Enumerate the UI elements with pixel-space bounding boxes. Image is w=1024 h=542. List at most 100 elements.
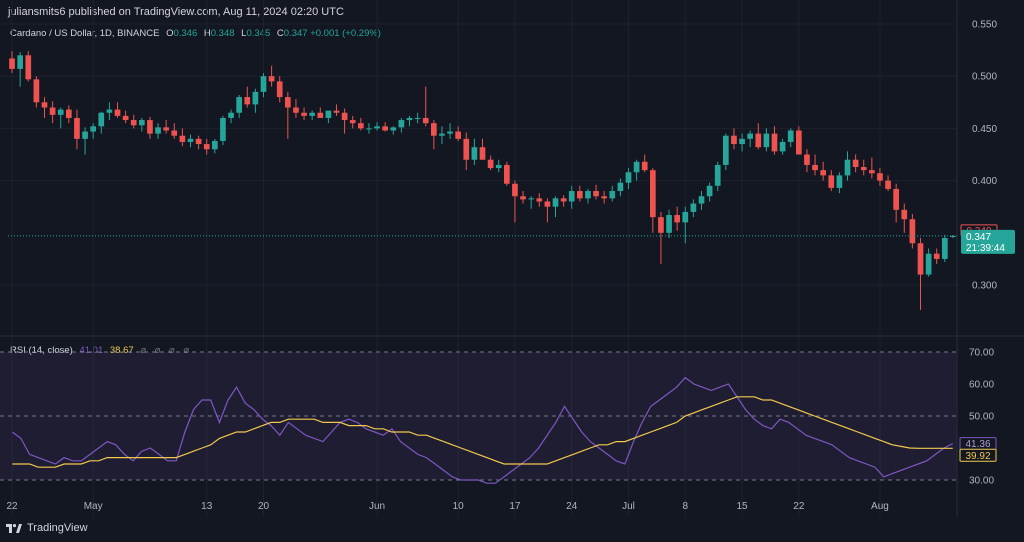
candle: [179, 128, 186, 147]
candle-body: [714, 164, 721, 186]
candle: [520, 191, 526, 204]
candle-body: [293, 107, 299, 113]
candle: [933, 248, 940, 265]
price-tick-label: 0.300: [972, 281, 997, 292]
candle: [293, 99, 299, 118]
candle-body: [674, 215, 681, 223]
candle: [593, 184, 599, 200]
brand-name: TradingView: [27, 522, 88, 534]
candle: [666, 209, 672, 239]
candle: [98, 111, 105, 134]
chart-canvas[interactable]: 0.550 0.500 0.450 0.400 0.300 70.00 60.00 50.0…: [0, 0, 1024, 542]
time-tick-label: 15: [736, 501, 748, 512]
candle: [917, 238, 924, 311]
rsi-tick-label: 30.00: [969, 476, 994, 487]
candle: [366, 123, 372, 134]
candle: [950, 234, 956, 239]
candle-body: [447, 131, 453, 134]
candle-body: [528, 198, 535, 200]
rsi-axis[interactable]: 70.0060.0050.0040.0030.00: [969, 348, 994, 487]
candle: [463, 132, 470, 171]
candle: [414, 112, 421, 124]
candle: [203, 138, 210, 155]
price-labels: 0.3490.34721:39:4441.3639.92: [959, 224, 1015, 462]
candle: [479, 138, 486, 160]
candle-body: [268, 76, 275, 82]
candle-body: [284, 97, 291, 108]
candle-body: [885, 180, 891, 189]
candle-body: [195, 138, 202, 145]
candle-body: [706, 185, 713, 197]
candle: [714, 161, 721, 192]
candle-body: [228, 112, 234, 118]
candle: [147, 116, 153, 139]
candle-body: [463, 138, 470, 160]
candle: [787, 128, 794, 148]
candle: [844, 151, 851, 181]
candle: [163, 120, 170, 134]
candle: [658, 211, 664, 265]
candle-body: [398, 120, 405, 128]
candle: [812, 154, 818, 176]
candle: [747, 130, 754, 148]
candle-body: [203, 144, 210, 150]
candle-body: [430, 123, 437, 136]
candle: [439, 126, 445, 145]
candle-body: [65, 109, 72, 118]
candle-body: [609, 191, 616, 199]
candle: [804, 149, 810, 173]
candle-body: [844, 159, 851, 176]
candle: [698, 191, 705, 210]
candle: [795, 126, 802, 155]
candle-body: [439, 133, 445, 136]
candle-body: [520, 196, 526, 200]
candle-body: [779, 141, 786, 152]
candle: [731, 128, 737, 150]
candle-body: [130, 120, 137, 126]
candle: [171, 123, 178, 139]
candle: [398, 117, 405, 133]
candle-body: [544, 201, 551, 207]
candle-body: [795, 130, 802, 155]
candle: [528, 196, 535, 209]
candle: [828, 170, 835, 192]
candle-body: [276, 81, 283, 98]
candle-body: [57, 109, 64, 115]
candle-body: [82, 131, 88, 139]
candle-body: [739, 138, 745, 145]
candle: [503, 161, 510, 186]
footer-brand: TradingView: [6, 522, 88, 534]
candle-body: [341, 112, 348, 121]
candle: [276, 76, 283, 103]
candle: [25, 51, 32, 82]
candle: [74, 109, 80, 150]
bar-countdown-label: 21:39:44: [966, 243, 1005, 254]
time-axis[interactable]: 22 May 13 20 Jun 10 17 24 Jul 8 15 22 Aug: [6, 501, 888, 512]
candle: [447, 123, 453, 139]
candle: [909, 214, 916, 249]
candle: [755, 123, 762, 150]
candle-body: [9, 58, 15, 69]
candle: [284, 91, 291, 139]
time-tick-label: 24: [566, 501, 578, 512]
candle-body: [763, 133, 770, 148]
candle: [512, 180, 518, 223]
candle-body: [933, 253, 940, 259]
rsi-tick-label: 70.00: [969, 348, 994, 359]
candle-body: [366, 128, 372, 130]
candle-body: [471, 147, 478, 160]
candle-body: [868, 170, 875, 174]
candle-body: [17, 55, 24, 69]
candle: [674, 206, 681, 231]
candle: [114, 102, 121, 118]
candle: [495, 159, 502, 173]
time-tick-label: May: [84, 501, 103, 512]
candle-body: [820, 170, 827, 176]
candle: [601, 191, 608, 204]
candle-body: [828, 175, 835, 188]
candle: [552, 196, 559, 218]
rsi-tick-label: 50.00: [969, 412, 994, 423]
candle: [885, 175, 891, 192]
time-tick-label: Jul: [622, 501, 635, 512]
candle: [925, 248, 932, 277]
